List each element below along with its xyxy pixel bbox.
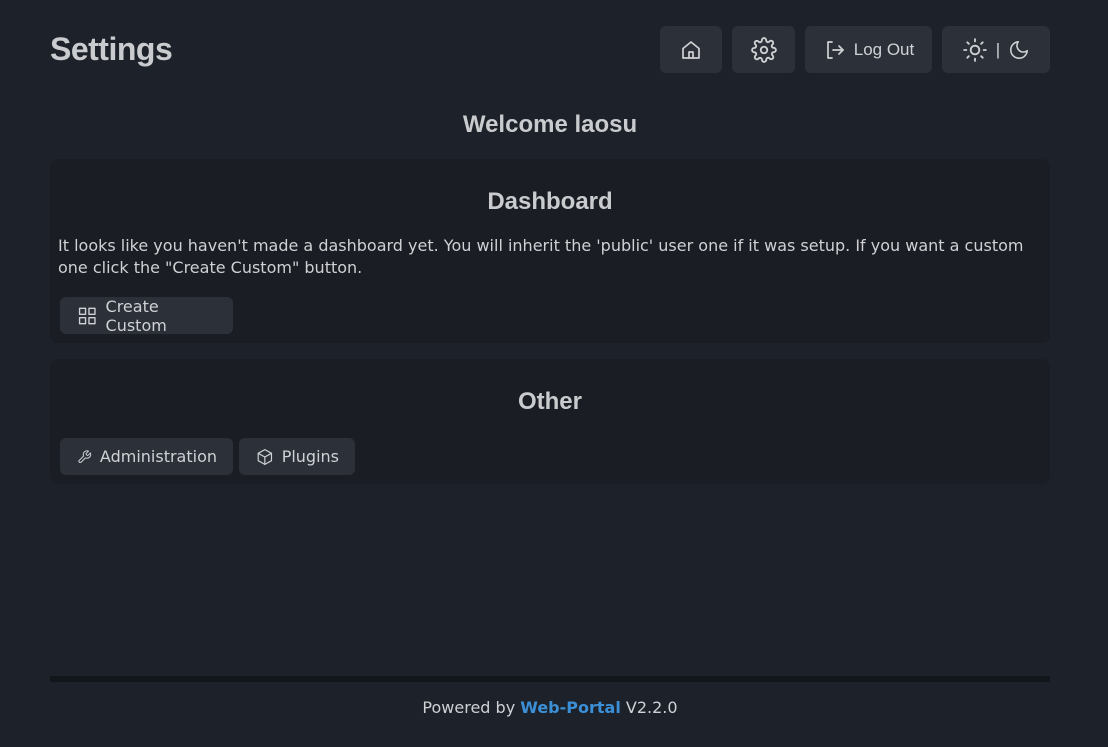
other-card: Other Administration Plugins [50, 359, 1050, 484]
top-header: Settings Log Out | [50, 26, 1050, 73]
gear-icon [750, 36, 777, 63]
wrench-icon [78, 449, 92, 463]
footer-version: V2.2.0 [625, 698, 678, 717]
dashboard-title: Dashboard [487, 188, 613, 215]
web-portal-link[interactable]: Web-Portal [520, 698, 621, 717]
footer: Powered by Web-Portal V2.2.0 [50, 698, 1050, 717]
nav-buttons: Log Out | [660, 26, 1050, 73]
settings-button[interactable] [732, 26, 795, 73]
log-out-button[interactable]: Log Out [805, 26, 932, 73]
other-title: Other [517, 388, 582, 415]
log-out-icon [826, 40, 844, 59]
welcome-heading: Welcome laosu [462, 111, 638, 138]
grid-icon [78, 307, 96, 324]
log-out-label: Log Out [853, 39, 915, 59]
sun-icon [963, 37, 987, 62]
home-button[interactable] [660, 26, 722, 73]
plugins-button[interactable]: Plugins [239, 438, 355, 475]
plugins-label: Plugins [281, 447, 339, 466]
administration-label: Administration [99, 447, 217, 466]
footer-divider [50, 676, 1050, 682]
settings-page: Settings Log Out | Welcome laosu Dashboa… [50, 0, 1050, 747]
theme-separator: | [995, 39, 1001, 59]
dashboard-description: It looks like you haven't made a dashboa… [58, 236, 1024, 277]
moon-icon [1010, 40, 1029, 59]
dashboard-card: Dashboard It looks like you haven't made… [50, 159, 1050, 343]
create-custom-label: Create Custom [105, 296, 167, 335]
theme-toggle-button[interactable]: | [942, 26, 1050, 73]
create-custom-button[interactable]: Create Custom [60, 296, 233, 335]
page-title: Settings [50, 31, 173, 67]
home-icon [682, 40, 700, 59]
administration-button[interactable]: Administration [60, 438, 233, 475]
box-icon [257, 448, 273, 465]
footer-prefix: Powered by [422, 698, 516, 717]
